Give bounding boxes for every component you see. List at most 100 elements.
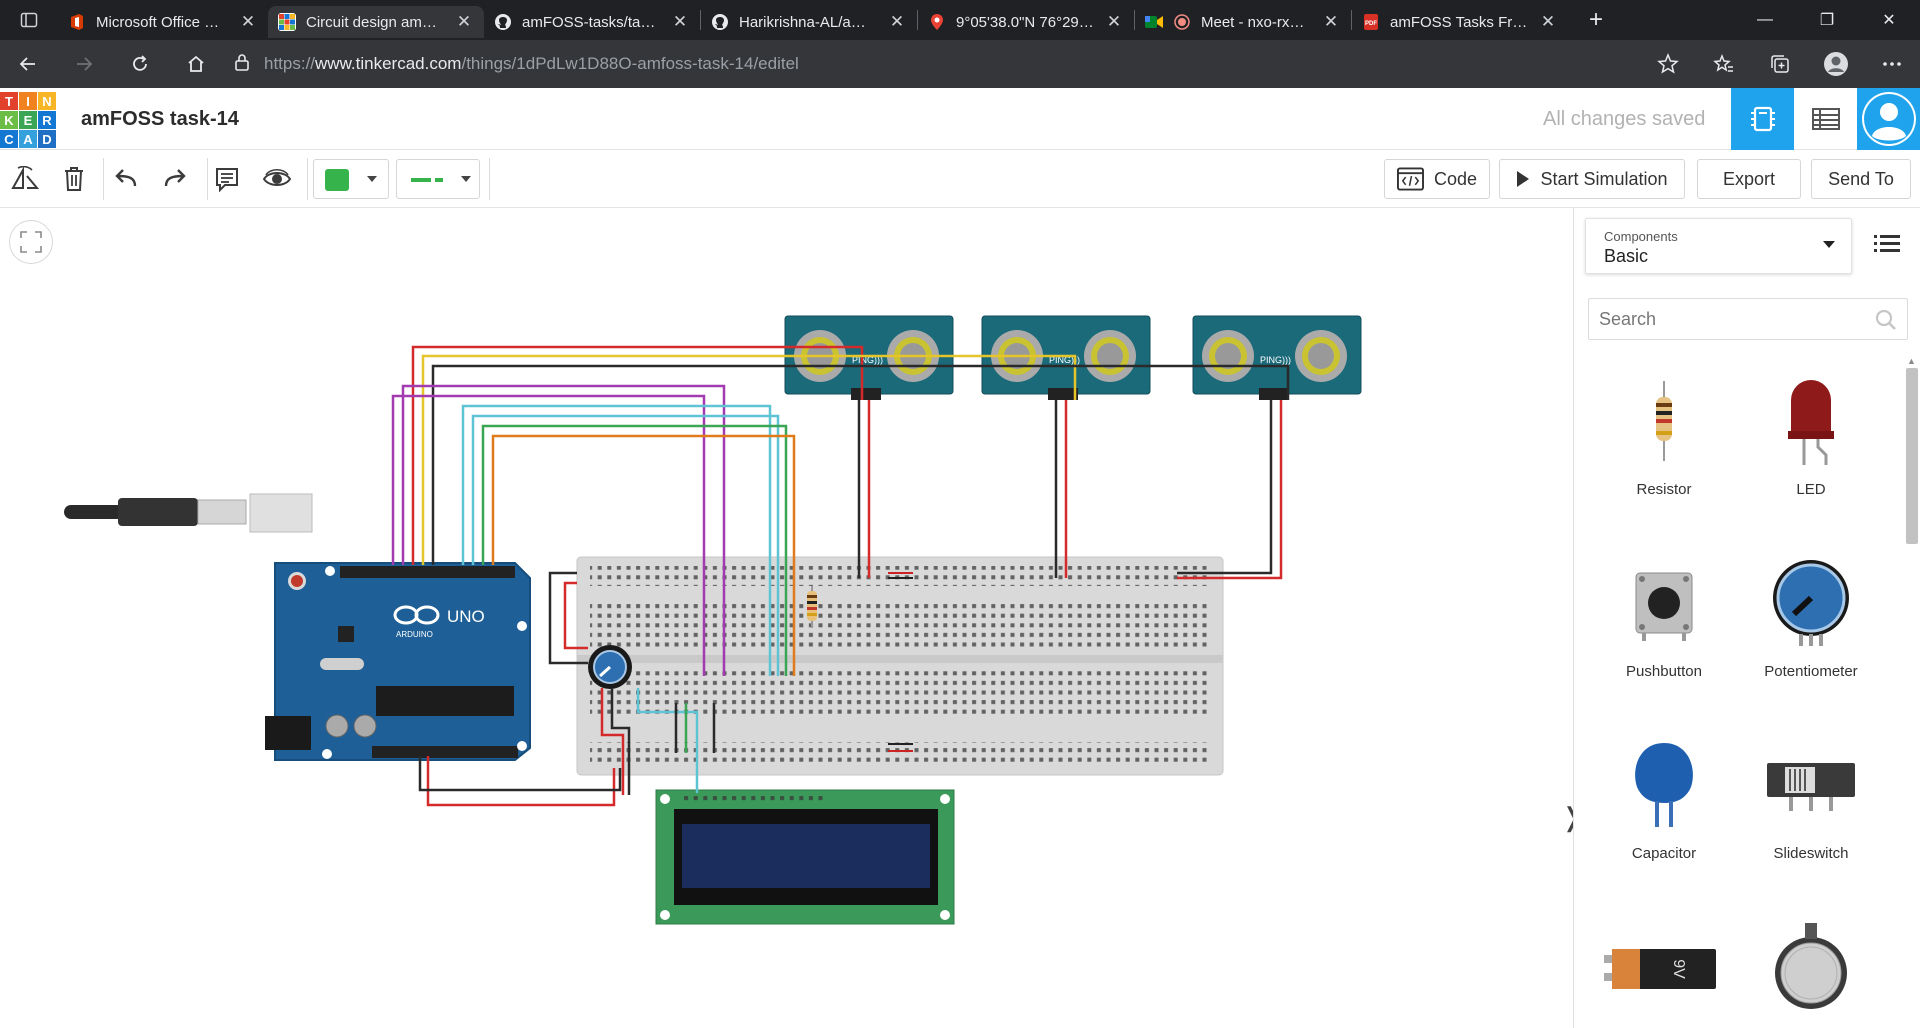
lcd-display[interactable] [655,789,955,925]
logo-letter: E [19,111,37,129]
logo-letter: K [0,111,18,129]
lock-icon[interactable] [234,53,250,76]
add-favorite-icon[interactable] [1640,40,1696,88]
scroll-up-icon[interactable]: ▲ [1907,356,1916,366]
circuit-workplane[interactable]: UNO ARDUINO PING))) PING))) PING))) [0,208,1573,1028]
notes-icon[interactable] [211,163,243,195]
panel-scrollbar[interactable]: ▲ [1903,356,1919,556]
component-label: Potentiometer [1764,663,1858,680]
send-to-label: Send To [1828,168,1894,189]
home-icon[interactable] [168,40,224,88]
browser-tab[interactable]: Microsoft Office Home ✕ [58,6,268,38]
close-icon[interactable]: ✕ [454,12,474,32]
slideswitch-icon [1741,727,1881,842]
coin-battery-icon [1741,909,1881,1024]
browser-tab[interactable]: 9°05'38.0"N 76°29'30.4"E ✕ [918,6,1134,38]
close-icon[interactable]: ✕ [1104,12,1124,32]
close-icon[interactable]: ✕ [1538,12,1558,32]
component-label: Pushbutton [1626,663,1702,680]
collections-icon[interactable] [1752,40,1808,88]
save-status: All changes saved [1543,108,1706,130]
scroll-thumb[interactable] [1906,368,1918,544]
arduino-uno-board[interactable]: UNO ARDUINO [265,562,531,761]
browser-tab[interactable]: Harikrishna-AL/amfoss-tasks ✕ [701,6,917,38]
close-icon[interactable]: ✕ [1321,12,1341,32]
fill-color-picker[interactable] [313,159,389,199]
browser-tab[interactable]: Meet - nxo-rxmb-xyz ✕ [1135,6,1351,38]
logo-letter: T [0,92,18,110]
ultrasonic-sensor[interactable]: PING))) [1192,315,1362,400]
close-icon[interactable]: ✕ [238,12,258,32]
search-input[interactable] [1589,299,1849,339]
components-category-select[interactable]: Components Basic [1585,218,1852,274]
component-capacitor[interactable]: Capacitor [1594,727,1734,887]
undo-icon[interactable] [110,163,142,195]
component-9v-battery[interactable]: 9V [1594,909,1734,1028]
component-label: Resistor [1636,481,1692,498]
component-coin-battery[interactable] [1741,909,1881,1028]
favorites-icon[interactable] [1696,40,1752,88]
code-button[interactable]: Code [1384,159,1490,199]
tab-title: amFOSS-tasks/task-14 [522,13,660,31]
resistor-icon [1594,363,1734,478]
back-icon[interactable] [0,40,56,88]
play-icon [1517,171,1530,187]
toolbar-divider [103,158,104,200]
new-tab-button[interactable]: + [1576,6,1616,34]
chevron-down-icon [367,176,377,182]
potentiometer-component[interactable] [588,645,632,689]
tab-title: Harikrishna-AL/amfoss-tasks [739,13,877,31]
tab-actions-icon[interactable] [0,0,58,40]
browser-tab-active[interactable]: Circuit design amFOSS task-14 ✕ [268,6,484,38]
component-led[interactable]: LED [1741,363,1881,523]
rotate-icon[interactable] [9,163,41,195]
component-search[interactable] [1588,298,1908,340]
arduino-uno-label: UNO [447,607,485,626]
breadboard[interactable] [576,556,1224,776]
pdf-icon: PDF [1362,13,1380,31]
search-icon[interactable] [1875,309,1897,331]
circuit-view-button[interactable] [1731,88,1794,150]
component-potentiometer[interactable]: Potentiometer [1741,545,1881,705]
close-icon[interactable]: ✕ [887,12,907,32]
usb-cable[interactable] [64,493,313,533]
panel-collapse-toggle[interactable]: ❭ [1561,802,1573,852]
component-resistor[interactable]: Resistor [1594,363,1734,523]
redo-icon[interactable] [159,163,191,195]
forward-icon[interactable] [56,40,112,88]
component-pushbutton[interactable]: Pushbutton [1594,545,1734,705]
user-avatar[interactable] [1857,88,1920,150]
toolbar-divider [307,158,308,200]
led-icon [1741,363,1881,478]
profile-icon[interactable] [1808,40,1864,88]
minimize-icon[interactable]: — [1734,0,1796,40]
circuit-drawing: UNO ARDUINO PING))) PING))) PING))) [64,315,1362,925]
window-close-icon[interactable]: ✕ [1858,0,1920,40]
export-button[interactable]: Export [1697,159,1801,199]
close-icon[interactable]: ✕ [670,12,690,32]
send-to-button[interactable]: Send To [1811,159,1911,199]
components-select-value: Basic [1604,246,1649,266]
delete-icon[interactable] [58,163,90,195]
tinkercad-logo[interactable]: T I N K E R C A D [0,92,56,148]
restore-icon[interactable]: ❐ [1796,0,1858,40]
wire-type-picker[interactable] [396,159,480,199]
start-simulation-button[interactable]: Start Simulation [1499,159,1685,199]
code-icon [1397,167,1424,191]
more-options-icon[interactable] [1864,40,1920,88]
ultrasonic-sensor[interactable]: PING))) [981,315,1151,400]
office-icon [68,13,86,31]
browser-tab[interactable]: PDF amFOSS Tasks Freshers ✕ [1352,6,1568,38]
refresh-icon[interactable] [112,40,168,88]
recording-icon [1173,13,1191,31]
visibility-icon[interactable] [261,163,293,195]
browser-tab[interactable]: amFOSS-tasks/task-14 ✕ [484,6,700,38]
component-label: Capacitor [1631,845,1697,862]
ultrasonic-sensor[interactable]: PING))) [784,315,954,400]
component-list-view-button[interactable] [1794,88,1857,150]
pushbutton-icon [1594,545,1734,660]
list-view-toggle[interactable] [1874,234,1900,259]
component-slideswitch[interactable]: Slideswitch [1741,727,1881,887]
url-field[interactable]: https://www.tinkercad.com/things/1dPdLw1… [234,46,1634,82]
design-title[interactable]: amFOSS task-14 [81,108,239,131]
